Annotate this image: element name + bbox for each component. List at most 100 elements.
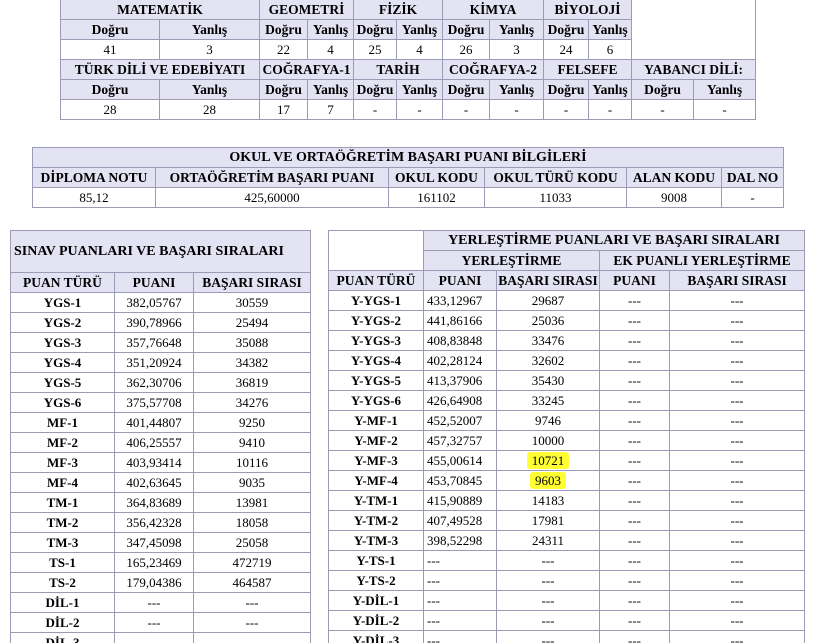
placement-score: 413,37906	[423, 370, 497, 391]
placement-scores-table: YERLEŞTİRME PUANLARI VE BAŞARI SIRALARI Y…	[328, 230, 806, 643]
bonus-score: ---	[599, 330, 670, 351]
bonus-rank: ---	[668, 430, 806, 451]
placement-type: Y-YGS-3	[328, 330, 424, 351]
yanlis-value: 4	[396, 39, 444, 60]
rank-value: ---	[192, 592, 312, 613]
table-row: Y-TS-2 --- --- --- ---	[328, 570, 806, 591]
score-type: YGS-4	[10, 352, 115, 373]
school-info-value: 85,12	[32, 187, 156, 208]
score-type: TM-1	[10, 492, 115, 513]
placement-type: Y-TM-1	[328, 490, 424, 511]
placement-score: 415,90889	[423, 490, 497, 511]
bonus-rank: ---	[668, 350, 806, 371]
table-row: Y-TM-1 415,90889 14183 --- ---	[328, 490, 806, 511]
values-row-2: 28 28 17 7- - - - - - - -	[60, 99, 757, 120]
placement-score: ---	[423, 610, 497, 631]
table-row: YGS-5 362,30706 36819	[10, 372, 312, 393]
table-row: TM-1 364,83689 13981	[10, 492, 312, 513]
bonus-score: ---	[599, 630, 670, 643]
school-info-header: OKUL TÜRÜ KODU	[484, 167, 627, 188]
placement-score: 408,83848	[423, 330, 497, 351]
school-info-headers: DİPLOMA NOTU ORTAÖĞRETİM BAŞARI PUANI OKUL…	[32, 167, 785, 188]
placement-type: Y-TS-1	[328, 550, 424, 571]
bonus-score: ---	[599, 390, 670, 411]
subject-name: COĞRAFYA-2	[442, 59, 545, 80]
yanlis-value: 28	[159, 99, 260, 120]
placement-type: Y-YGS-5	[328, 370, 424, 391]
table-row: Y-YGS-5 413,37906 35430 --- ---	[328, 370, 806, 391]
subject-row-1: MATEMATİK GEOMETRİ FİZİK KİMYA BİYOLOJİ	[60, 0, 757, 60]
bonus-rank: ---	[668, 610, 806, 631]
placement-header: BAŞARI SIRASI	[668, 270, 806, 291]
highlighted-rank: 10721	[526, 451, 570, 469]
placement-type: Y-YGS-4	[328, 350, 424, 371]
table-row: Y-YGS-4 402,28124 32602 --- ---	[328, 350, 806, 371]
subject-name: KİMYA	[442, 0, 545, 20]
exam-scores-title: SINAV PUANLARI VE BAŞARI SIRALARI	[9, 230, 312, 273]
yanlis-label: Yanlış	[588, 19, 633, 40]
subject-name: FİZİK	[353, 0, 444, 20]
table-row: Y-MF-4 453,70845 9603 --- ---	[328, 470, 806, 491]
rank-value: 9250	[192, 412, 312, 433]
subject-name: TÜRK DİLİ VE EDEBİYATI	[60, 59, 260, 80]
placement-score: 433,12967	[423, 290, 497, 311]
yanlis-label: Yanlış	[396, 79, 444, 100]
score-value: 351,20924	[114, 352, 194, 373]
score-type: YGS-1	[10, 292, 115, 313]
bonus-rank: ---	[668, 630, 806, 643]
subject-name: BİYOLOJİ	[543, 0, 633, 20]
yanlis-label: Yanlış	[159, 19, 260, 40]
score-type: YGS-2	[10, 312, 115, 333]
bonus-rank: ---	[668, 450, 806, 471]
yanlis-label: Yanlış	[306, 79, 355, 100]
dogru-label: Doğru	[60, 79, 160, 100]
subject-name: FELSEFE	[543, 59, 633, 80]
placement-rank: 24311	[496, 530, 600, 551]
placement-rank: ---	[496, 590, 600, 611]
placement-header: PUANI	[599, 270, 670, 291]
bonus-score: ---	[599, 450, 670, 471]
score-value: ---	[114, 632, 194, 643]
placement-type: Y-TS-2	[328, 570, 424, 591]
dogru-label: Doğru	[353, 19, 398, 40]
subject-name: TARİH	[353, 59, 444, 80]
yanlis-value: -	[588, 99, 633, 120]
table-row: Y-DİL-3 --- --- --- ---	[328, 630, 806, 643]
dogru-value: 22	[259, 39, 308, 60]
school-info-value: 11033	[484, 187, 627, 208]
score-type: MF-2	[10, 432, 115, 453]
yanlis-label: Yanlış	[159, 79, 260, 100]
school-info-table: OKUL VE ORTAÖĞRETİM BAŞARI PUANI BİLGİLE…	[31, 147, 785, 208]
score-type: DİL-2	[10, 612, 115, 633]
bonus-score: ---	[599, 490, 670, 511]
dogru-label: Doğru	[543, 79, 590, 100]
rank-value: 25494	[192, 312, 312, 333]
score-value: 165,23469	[114, 552, 194, 573]
placement-type: Y-YGS-1	[328, 290, 424, 311]
bonus-score: ---	[599, 590, 670, 611]
dogru-value: -	[353, 99, 398, 120]
score-value: 362,30706	[114, 372, 194, 393]
placement-header: PUANI	[423, 270, 497, 291]
placement-rank: 33476	[496, 330, 600, 351]
score-type: TM-3	[10, 532, 115, 553]
table-row: Y-TM-3 398,52298 24311 --- ---	[328, 530, 806, 551]
placement-scores-title: YERLEŞTİRME PUANLARI VE BAŞARI SIRALARI	[422, 230, 806, 251]
table-row: Y-YGS-3 408,83848 33476 --- ---	[328, 330, 806, 351]
school-info-value: 425,60000	[155, 187, 389, 208]
placement-header: BAŞARI SIRASI	[496, 270, 600, 291]
empty-cell	[631, 0, 757, 60]
table-row: TM-3 347,45098 25058	[10, 532, 312, 553]
yanlis-value: 6	[588, 39, 633, 60]
bonus-placement-group-label: EK PUANLI YERLEŞTİRME	[598, 250, 806, 271]
bonus-rank: ---	[668, 330, 806, 351]
rank-value: 18058	[192, 512, 312, 533]
placement-score: ---	[423, 630, 497, 643]
score-type: TM-2	[10, 512, 115, 533]
score-value: ---	[114, 592, 194, 613]
bonus-rank: ---	[668, 470, 806, 491]
placement-rank: 17981	[496, 510, 600, 531]
placement-type: Y-YGS-2	[328, 310, 424, 331]
table-row: Y-TS-1 --- --- --- ---	[328, 550, 806, 571]
score-type: MF-4	[10, 472, 115, 493]
